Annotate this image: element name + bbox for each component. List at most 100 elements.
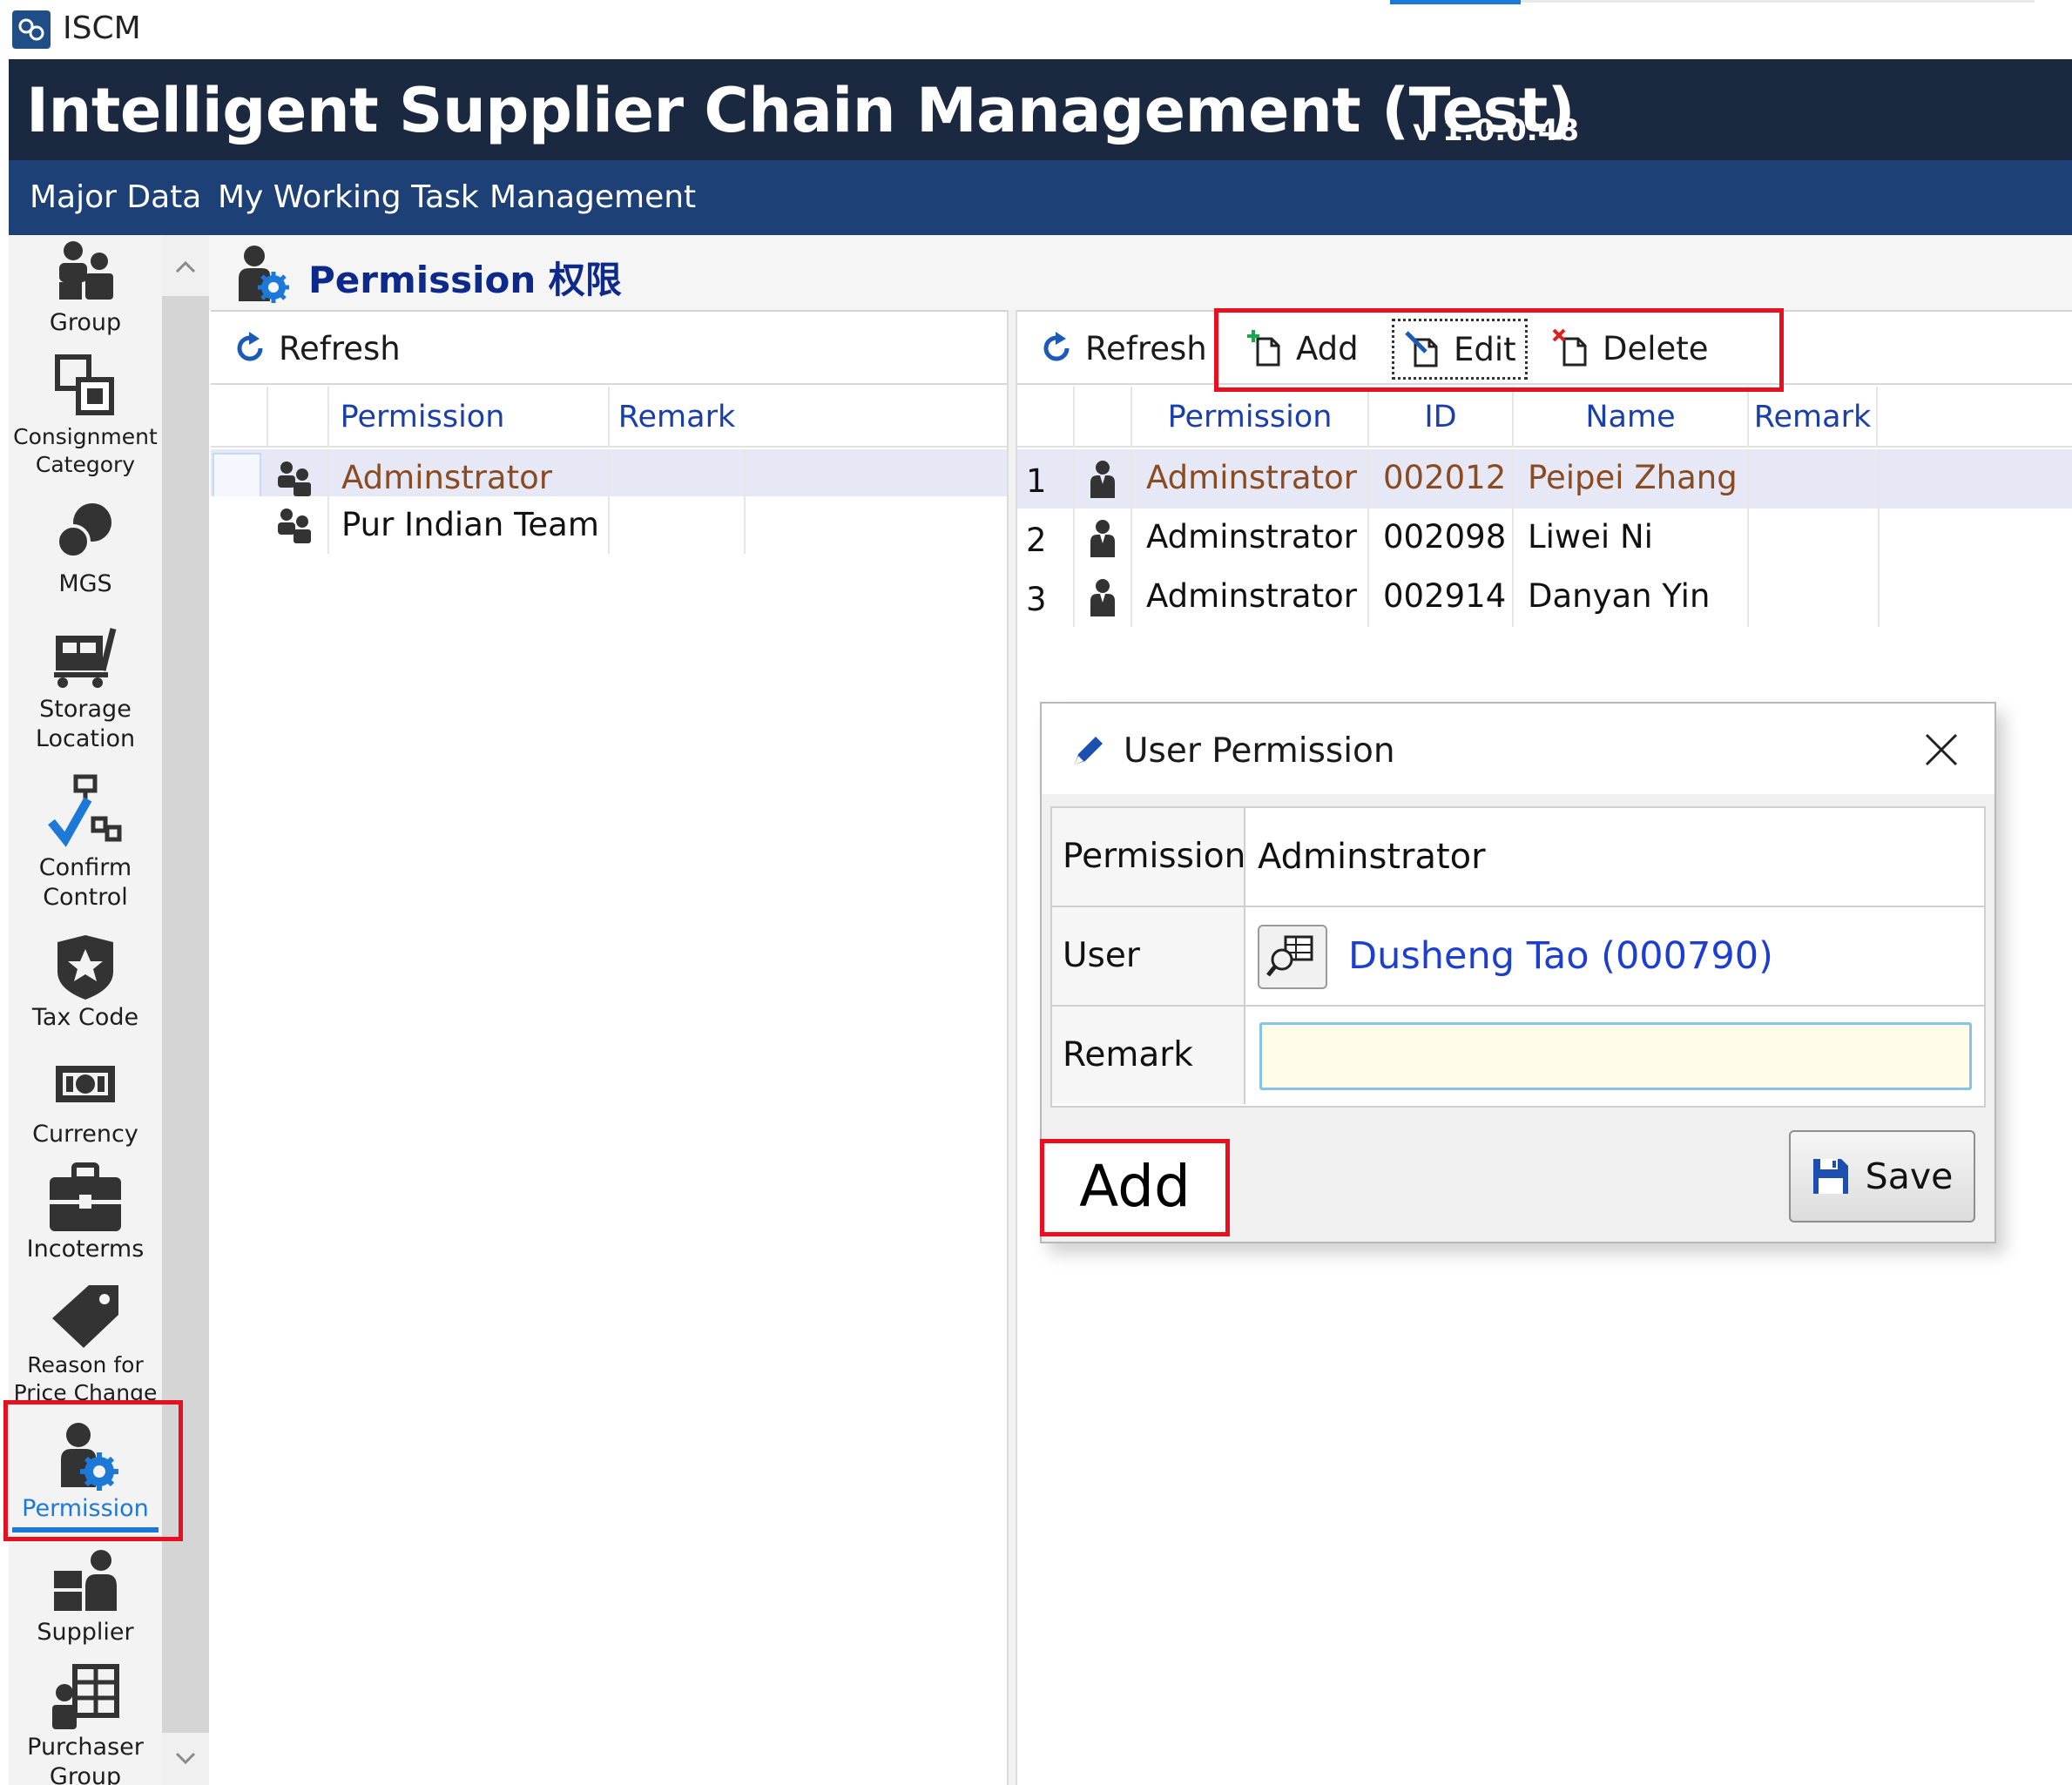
sidebar-item-mgs[interactable]: MGS <box>9 498 162 603</box>
pencil-icon <box>1075 737 1103 765</box>
column-icon <box>1073 387 1130 448</box>
app-title: Intelligent Supplier Chain Management (T… <box>26 75 1576 146</box>
user-link[interactable]: Dusheng Tao (000790) <box>1348 907 1773 1005</box>
table-row[interactable]: Pur Indian Team <box>211 496 1007 554</box>
cell-id: 002914 <box>1383 577 1507 615</box>
column-header-remark[interactable]: Remark <box>608 387 744 448</box>
cell-permission: Pur Indian Team <box>341 506 599 543</box>
incoterms-icon <box>50 1162 121 1231</box>
consignment-icon <box>55 354 114 415</box>
panel-splitter[interactable] <box>1007 310 1017 1785</box>
menu-my-working-task[interactable]: My Working Task <box>218 179 479 215</box>
sidebar-scrollbar[interactable] <box>162 235 209 1785</box>
remark-input[interactable] <box>1259 1022 1972 1090</box>
column-header-name[interactable]: Name <box>1512 387 1747 448</box>
permission-value: Adminstrator <box>1258 837 1486 877</box>
window-titlebar: ISCM <box>0 0 2072 59</box>
dialog-title: User Permission <box>1124 731 1395 771</box>
menu-management[interactable]: Management <box>489 179 696 215</box>
column-icon <box>267 387 327 448</box>
left-refresh-button[interactable]: Refresh <box>232 327 401 369</box>
sidebar-item-group[interactable]: Group <box>9 235 162 340</box>
sidebar-item-supplier[interactable]: Supplier <box>9 1546 162 1651</box>
menu-major-data[interactable]: Major Data <box>30 179 201 215</box>
cell-remark <box>620 496 742 554</box>
sidebar-item-confirm-control[interactable]: Confirm Control <box>9 770 162 918</box>
app-banner: Intelligent Supplier Chain Management (T… <box>9 59 2072 160</box>
permission-list-panel: Refresh Permission Remark Adminstrator P… <box>211 310 1007 1785</box>
sidebar-item-purchaser-group[interactable]: Purchaser Group <box>9 1661 162 1785</box>
refresh-icon <box>237 332 263 361</box>
permission-label: Permission <box>1052 808 1245 906</box>
column-header-permission[interactable]: Permission <box>327 387 516 448</box>
user-icon <box>1090 579 1115 616</box>
price-tag-icon <box>52 1285 118 1348</box>
sidebar-item-label: MGS <box>58 570 112 597</box>
table-row[interactable]: 1 Adminstrator 002012 Peipei Zhang <box>1017 449 2072 509</box>
save-label: Save <box>1865 1155 1954 1197</box>
right-grid-header: Permission ID Name Remark <box>1017 387 2072 448</box>
user-icon <box>1090 520 1115 557</box>
page-header: Permission 权限 <box>209 235 2072 310</box>
sidebar-item-label: Currency <box>32 1121 138 1148</box>
right-refresh-button[interactable]: Refresh <box>1038 327 1207 369</box>
app-logo-icon <box>12 10 51 49</box>
annotation-add-caption: Add <box>1040 1139 1230 1236</box>
column-header-id[interactable]: ID <box>1367 387 1512 448</box>
sidebar-item-reason-for-price-change[interactable]: Reason for Price Change <box>9 1278 162 1407</box>
row-number: 2 <box>1026 522 1047 559</box>
user-lookup-button[interactable] <box>1258 925 1327 989</box>
sidebar-item-currency[interactable]: Currency <box>9 1050 162 1155</box>
form-row-user: User Dusheng Tao (000790) <box>1052 907 1984 1007</box>
tax-code-icon <box>57 935 113 1000</box>
sidebar-item-storage-location[interactable]: Storage Location <box>9 622 162 761</box>
highlight-box-toolbar <box>1214 308 1784 392</box>
group-icon <box>278 509 311 543</box>
sidebar-item-tax-code[interactable]: Tax Code <box>9 930 162 1034</box>
left-grid-header: Permission Remark <box>211 387 1007 448</box>
table-row[interactable]: 3 Adminstrator 002914 Danyan Yin <box>1017 568 2072 627</box>
sidebar-item-label: Reason for Price Change <box>13 1352 158 1405</box>
cell-name: Danyan Yin <box>1528 577 1711 615</box>
confirm-control-icon <box>48 774 122 847</box>
row-number: 1 <box>1026 462 1047 500</box>
purchaser-group-icon <box>52 1664 119 1729</box>
storage-icon <box>54 628 117 688</box>
sidebar-item-label: Consignment Category <box>13 424 158 477</box>
left-refresh-label: Refresh <box>279 329 401 367</box>
sidebar-item-label: Incoterms <box>26 1236 145 1263</box>
sidebar-item-consignment-category[interactable]: Consignment Category <box>9 352 162 482</box>
column-header-permission[interactable]: Permission <box>1130 387 1367 448</box>
cell-name: Peipei Zhang <box>1528 459 1738 496</box>
sidebar-item-label: Tax Code <box>31 1004 139 1031</box>
window-tab-indicator <box>1390 0 1521 4</box>
scroll-up-button[interactable] <box>162 235 209 296</box>
cell-permission: Adminstrator <box>1146 518 1357 556</box>
page-title: Permission 权限 <box>308 259 622 301</box>
app-version: v 1.0.0.48 <box>1413 113 1580 148</box>
sidebar-item-label: Purchaser Group <box>27 1734 144 1785</box>
form-row-remark: Remark <box>1052 1007 1984 1106</box>
cell-permission: Adminstrator <box>1146 577 1357 615</box>
permission-icon <box>239 246 289 303</box>
cell-id: 002012 <box>1383 459 1507 496</box>
sidebar-item-label: Confirm Control <box>38 854 132 911</box>
sidebar-item-label: Group <box>49 309 122 336</box>
refresh-icon <box>1043 332 1070 361</box>
dialog-header: User Permission <box>1042 704 1994 794</box>
close-icon[interactable] <box>1920 728 1963 771</box>
save-button[interactable]: Save <box>1789 1130 1975 1223</box>
sidebar-item-incoterms[interactable]: Incoterms <box>9 1160 162 1264</box>
sidebar-item-label: Storage Location <box>35 696 136 752</box>
form-row-permission: Permission Adminstrator <box>1052 808 1984 907</box>
currency-icon <box>56 1066 115 1102</box>
column-header-remark[interactable]: Remark <box>1747 387 1878 448</box>
right-refresh-label: Refresh <box>1085 329 1207 367</box>
user-label: User <box>1052 907 1245 1005</box>
chevron-up-icon <box>175 260 196 273</box>
cell-id: 002098 <box>1383 518 1507 556</box>
scroll-down-button[interactable] <box>162 1733 209 1785</box>
group-icon <box>59 241 113 300</box>
table-row[interactable]: 2 Adminstrator 002098 Liwei Ni <box>1017 509 2072 568</box>
row-number: 3 <box>1026 581 1047 618</box>
